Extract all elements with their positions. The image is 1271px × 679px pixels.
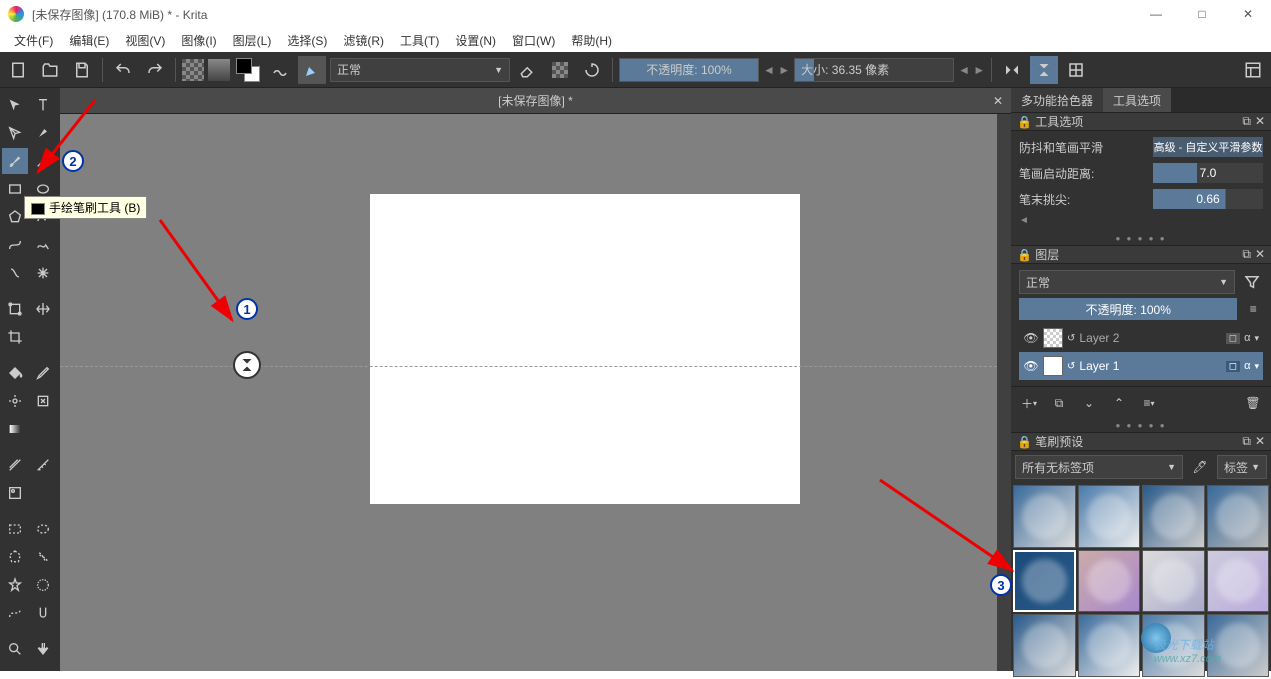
watermark-text: 极光下载站 www.xz7.com bbox=[1154, 636, 1221, 665]
brush-tool-tooltip: 手绘笔刷工具 (B) bbox=[24, 196, 147, 219]
annotation-2: 2 bbox=[62, 150, 84, 172]
annotation-3: 3 bbox=[990, 574, 1012, 596]
annotation-1: 1 bbox=[236, 298, 258, 320]
